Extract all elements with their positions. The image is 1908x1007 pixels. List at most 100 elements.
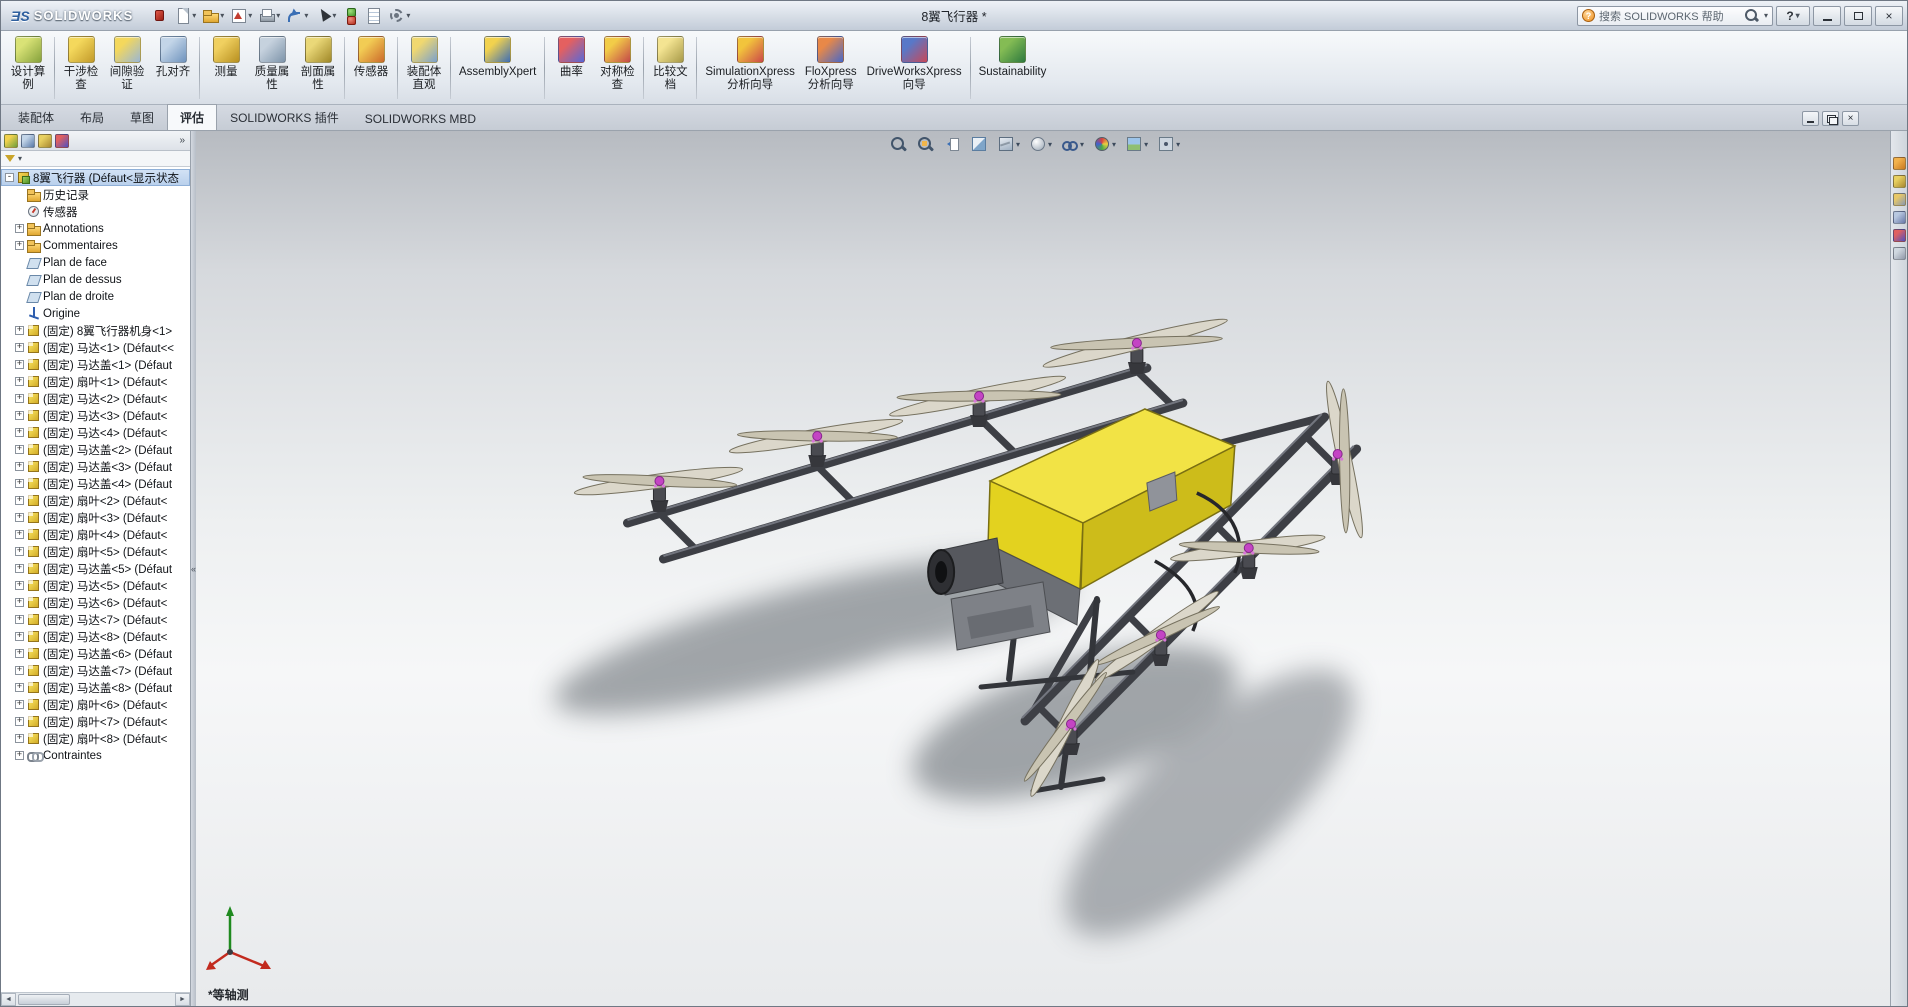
expander-icon[interactable]: + [15, 615, 24, 624]
expander-icon[interactable]: + [15, 513, 24, 522]
tree-item[interactable]: Plan de face [1, 254, 190, 271]
tree-item[interactable]: + (固定) 马达盖<6> (Défaut [1, 645, 190, 662]
tree-item[interactable]: Origine [1, 305, 190, 322]
view-palette-icon[interactable] [1892, 211, 1906, 224]
expander-icon[interactable]: + [15, 241, 24, 250]
print-button[interactable]: ▾ [256, 6, 282, 25]
expander-icon[interactable]: + [15, 360, 24, 369]
tree-item[interactable]: + (固定) 马达<7> (Défaut< [1, 611, 190, 628]
select-button[interactable]: ▾ [312, 6, 338, 25]
tree-item[interactable]: + (固定) 扇叶<8> (Défaut< [1, 730, 190, 747]
clearance-verify-button[interactable]: 间隙验 证 [104, 33, 150, 103]
tree-item[interactable]: + (固定) 扇叶<1> (Défaut< [1, 373, 190, 390]
mass-properties-button[interactable]: 质量属 性 [249, 33, 295, 103]
new-document-button[interactable]: ▾ [172, 6, 198, 25]
tree-item[interactable]: + (固定) 马达盖<8> (Défaut [1, 679, 190, 696]
dropdown-caret-icon[interactable]: ▾ [1144, 140, 1148, 149]
expander-icon[interactable]: + [15, 717, 24, 726]
appearances-icon[interactable] [1892, 229, 1906, 242]
curvature-button[interactable]: 曲率 [548, 33, 594, 103]
tree-item[interactable]: + (固定) 马达盖<7> (Défaut [1, 662, 190, 679]
expander-icon[interactable]: + [15, 496, 24, 505]
tree-item[interactable]: + (固定) 扇叶<5> (Défaut< [1, 543, 190, 560]
tree-item[interactable]: Plan de droite [1, 288, 190, 305]
tree-item[interactable]: + (固定) 马达盖<2> (Défaut [1, 441, 190, 458]
dropdown-caret-icon[interactable]: ▾ [192, 11, 196, 20]
scroll-left-arrow[interactable]: ◄ [1, 993, 16, 1006]
tree-item[interactable]: + (固定) 马达<2> (Défaut< [1, 390, 190, 407]
minimize-button[interactable] [1813, 5, 1841, 26]
dropdown-caret-icon[interactable]: ▾ [304, 11, 308, 20]
simulationxpress-button[interactable]: SimulationXpress 分析向导 [700, 33, 799, 103]
tree-item[interactable]: Plan de dessus [1, 271, 190, 288]
scroll-thumb[interactable] [18, 994, 70, 1005]
open-button[interactable]: ▾ [200, 6, 226, 25]
expander-icon[interactable]: + [15, 343, 24, 352]
expander-icon[interactable]: + [15, 428, 24, 437]
close-button[interactable]: × [1875, 5, 1903, 26]
previous-view-button[interactable] [940, 133, 964, 155]
document-minimize-button[interactable] [1802, 111, 1819, 126]
expander-icon[interactable]: + [15, 326, 24, 335]
display-manager-icon[interactable] [55, 133, 69, 148]
tree-filter-row[interactable]: ▾ [1, 151, 190, 167]
zoom-fit-button[interactable] [886, 133, 910, 155]
design-library-icon[interactable] [1892, 175, 1906, 188]
dropdown-caret-icon[interactable]: ▾ [1176, 140, 1180, 149]
undo-button[interactable]: ▾ [284, 6, 310, 25]
dropdown-caret-icon[interactable]: ▾ [1048, 140, 1052, 149]
help-button[interactable]: ? ▾ [1776, 5, 1810, 26]
expander-icon[interactable]: + [15, 445, 24, 454]
file-explorer-icon[interactable] [1892, 193, 1906, 206]
symmetry-check-button[interactable]: 对称检 查 [594, 33, 640, 103]
search-caret-icon[interactable]: ▾ [1764, 11, 1768, 20]
make-drawing-button[interactable]: ▾ [228, 6, 254, 25]
assembly-visualization-button[interactable]: 装配体 直观 [401, 33, 447, 103]
dropdown-caret-icon[interactable]: ▾ [1080, 140, 1084, 149]
assemblyxpert-button[interactable]: AssemblyXpert [454, 33, 541, 103]
tree-item[interactable]: + (固定) 扇叶<4> (Défaut< [1, 526, 190, 543]
sustainability-button[interactable]: Sustainability [974, 33, 1052, 103]
dropdown-caret-icon[interactable]: ▾ [220, 11, 224, 20]
dropdown-caret-icon[interactable]: ▾ [276, 11, 280, 20]
expander-icon[interactable]: + [15, 751, 24, 760]
tree-item[interactable]: + (固定) 马达<4> (Défaut< [1, 424, 190, 441]
apply-scene-button[interactable]: ▾ [1122, 133, 1151, 155]
expander-icon[interactable]: + [15, 649, 24, 658]
expander-icon[interactable]: + [15, 224, 24, 233]
panel-tabs-overflow-icon[interactable]: » [179, 135, 187, 146]
tree-item[interactable]: + (固定) 扇叶<7> (Défaut< [1, 713, 190, 730]
file-properties-button[interactable] [363, 6, 384, 25]
expander-icon[interactable]: + [15, 377, 24, 386]
view-settings-button[interactable]: ▾ [1154, 133, 1183, 155]
tree-item[interactable]: + (固定) 马达<8> (Défaut< [1, 628, 190, 645]
view-orientation-button[interactable]: ▾ [994, 133, 1023, 155]
interference-check-button[interactable]: 干涉检 查 [58, 33, 104, 103]
tab-evaluate[interactable]: 评估 [167, 104, 218, 130]
expander-icon[interactable]: + [15, 530, 24, 539]
expander-icon[interactable]: + [15, 632, 24, 641]
dropdown-caret-icon[interactable]: ▾ [1112, 140, 1116, 149]
tree-item[interactable]: + (固定) 马达<3> (Défaut< [1, 407, 190, 424]
expander-icon[interactable]: + [15, 598, 24, 607]
tab-addins[interactable]: SOLIDWORKS 插件 [217, 104, 352, 130]
configuration-manager-icon[interactable] [38, 133, 52, 148]
rebuild-button[interactable] [340, 6, 361, 25]
tree-item[interactable]: + Commentaires [1, 237, 190, 254]
expander-icon[interactable]: + [15, 462, 24, 471]
expander-icon[interactable]: + [15, 394, 24, 403]
floxpress-button[interactable]: FloXpress 分析向导 [800, 33, 862, 103]
graphics-viewport[interactable]: ▾ ▾ ▾ ▾ ▾ ▾ *等轴测 [196, 131, 1890, 1006]
expander-icon[interactable]: + [15, 479, 24, 488]
tree-item[interactable]: + (固定) 马达盖<4> (Défaut [1, 475, 190, 492]
tree-item[interactable]: + Annotations [1, 220, 190, 237]
display-style-button[interactable]: ▾ [1026, 133, 1055, 155]
dropdown-caret-icon[interactable]: ▾ [332, 11, 336, 20]
tree-item[interactable]: - 8翼飞行器 (Défaut<显示状态 [1, 169, 190, 186]
expander-icon[interactable]: - [5, 173, 14, 182]
expander-icon[interactable]: + [15, 564, 24, 573]
panel-hscrollbar[interactable]: ◄ ► [1, 992, 190, 1006]
tab-assembly[interactable]: 装配体 [5, 104, 67, 130]
tree-item[interactable]: + (固定) 马达盖<1> (Défaut [1, 356, 190, 373]
scroll-right-arrow[interactable]: ► [175, 993, 190, 1006]
